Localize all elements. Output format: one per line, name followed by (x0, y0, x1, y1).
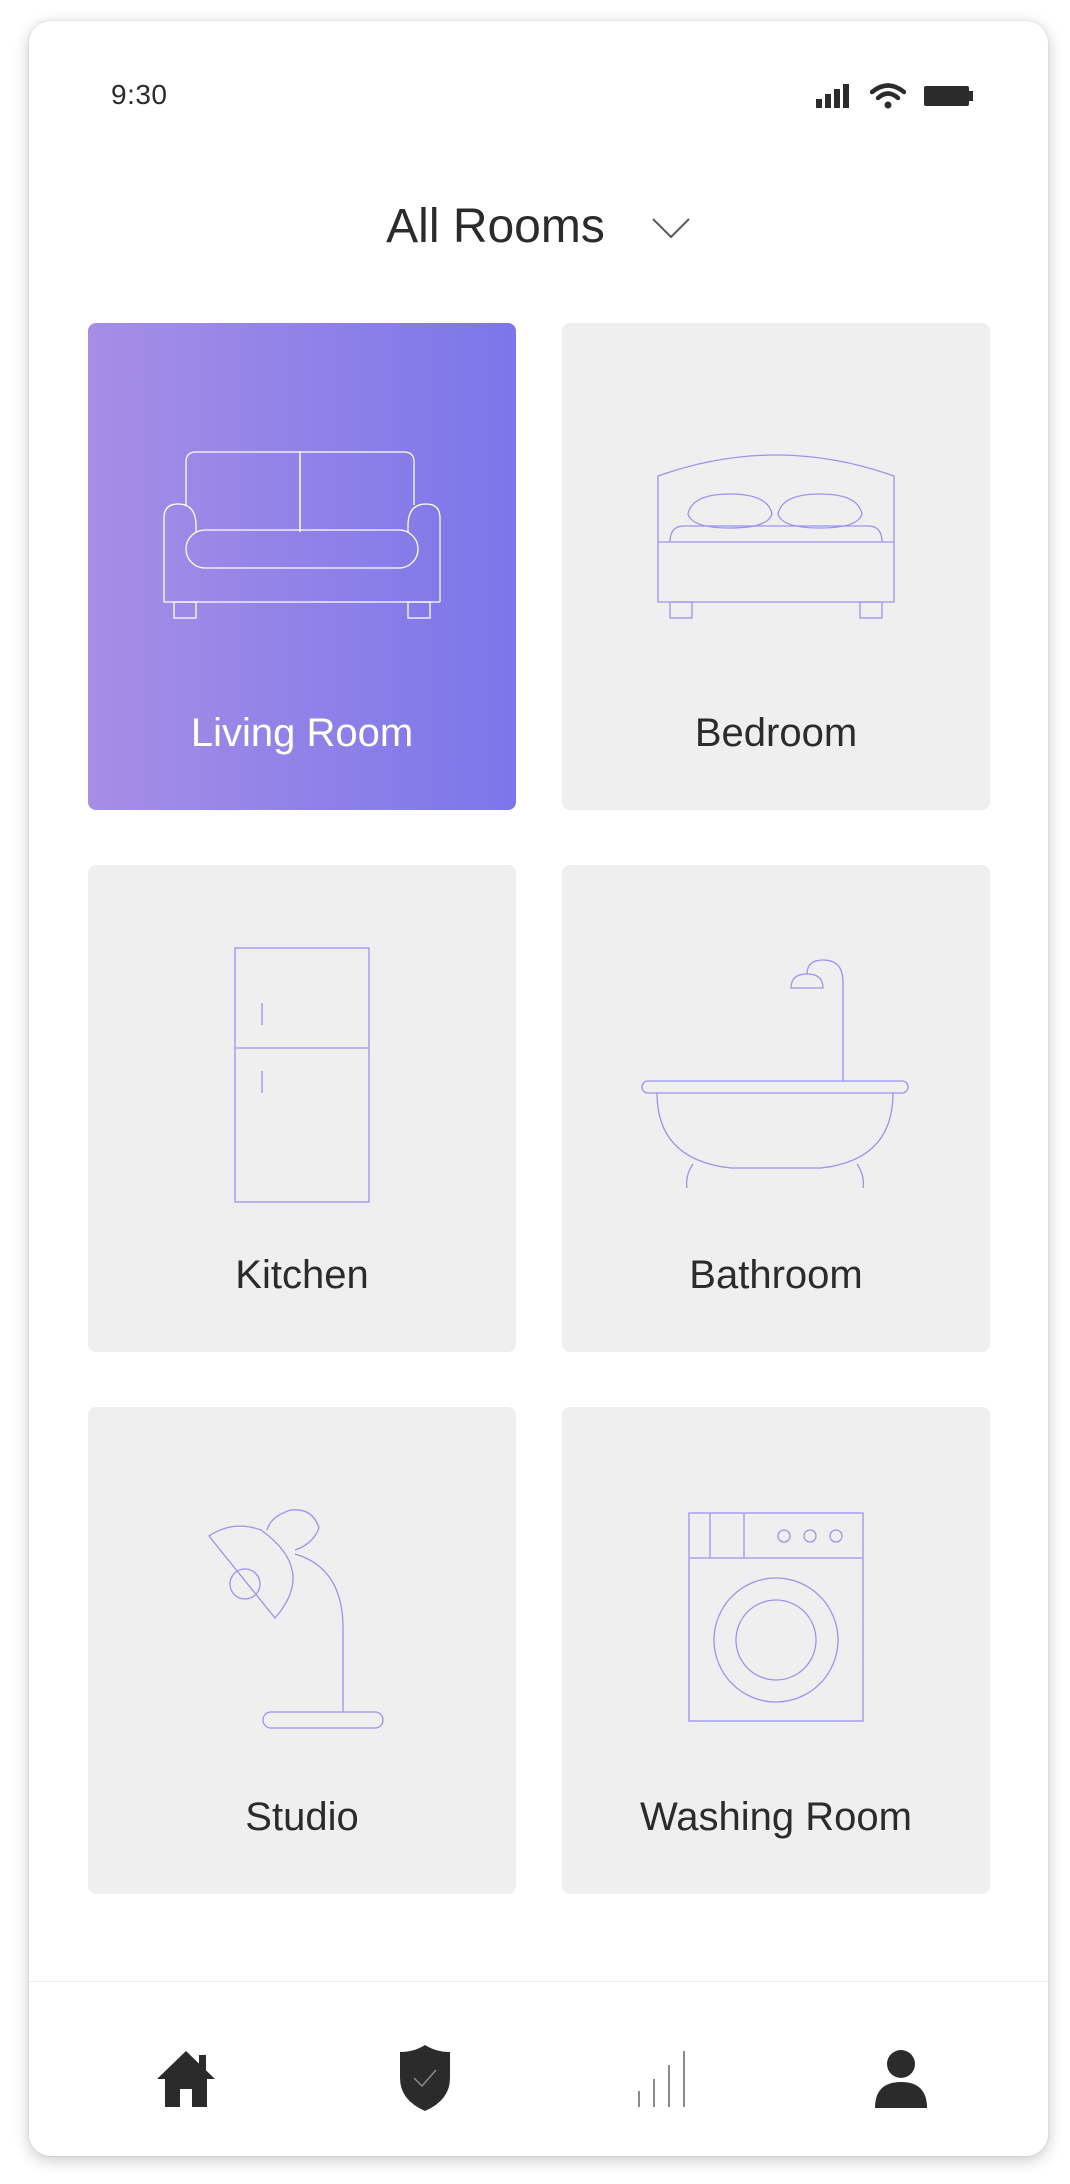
bed-icon (657, 454, 895, 619)
room-card-studio[interactable]: Studio (88, 1407, 516, 1894)
signal-icon (816, 84, 849, 108)
room-label: Washing Room (640, 1795, 912, 1839)
home-icon (157, 2051, 215, 2107)
room-grid: Living Room Bedroom Kitchen Bathroom Stu… (88, 323, 990, 1894)
room-label: Living Room (190, 711, 414, 755)
room-card-washing-room[interactable]: Washing Room (562, 1407, 990, 1894)
shield-icon (400, 2045, 450, 2111)
status-icons (816, 81, 974, 111)
sofa-icon (163, 451, 441, 619)
room-label: Kitchen (235, 1253, 369, 1297)
room-card-living-room[interactable]: Living Room (88, 323, 516, 810)
room-label: Studio (245, 1795, 359, 1839)
status-time: 9:30 (111, 79, 168, 110)
bathtub-icon (641, 959, 909, 1189)
phone-frame: 9:30 All Rooms Living Room Bedroom Kitch… (29, 21, 1048, 2156)
page-title: All Rooms (386, 199, 605, 253)
fridge-icon (234, 947, 370, 1203)
room-label: Bathroom (689, 1253, 863, 1297)
stats-icon (638, 2051, 685, 2107)
bottom-nav (29, 1981, 1048, 2156)
nav-profile-button[interactable] (861, 2038, 941, 2118)
room-selector-dropdown[interactable]: All Rooms (29, 191, 1048, 261)
nav-stats-button[interactable] (623, 2038, 703, 2118)
washing-machine-icon (688, 1512, 864, 1722)
nav-security-button[interactable] (385, 2038, 465, 2118)
room-card-bedroom[interactable]: Bedroom (562, 323, 990, 810)
nav-home-button[interactable] (146, 2038, 226, 2118)
user-icon (875, 2050, 927, 2108)
page: 9:30 All Rooms Living Room Bedroom Kitch… (0, 0, 1070, 2184)
chevron-down-icon[interactable] (651, 217, 691, 239)
room-card-bathroom[interactable]: Bathroom (562, 865, 990, 1352)
room-card-kitchen[interactable]: Kitchen (88, 865, 516, 1352)
wifi-icon (870, 83, 906, 109)
room-label: Bedroom (694, 711, 858, 755)
desk-lamp-icon (208, 1509, 384, 1729)
battery-icon (924, 86, 973, 106)
